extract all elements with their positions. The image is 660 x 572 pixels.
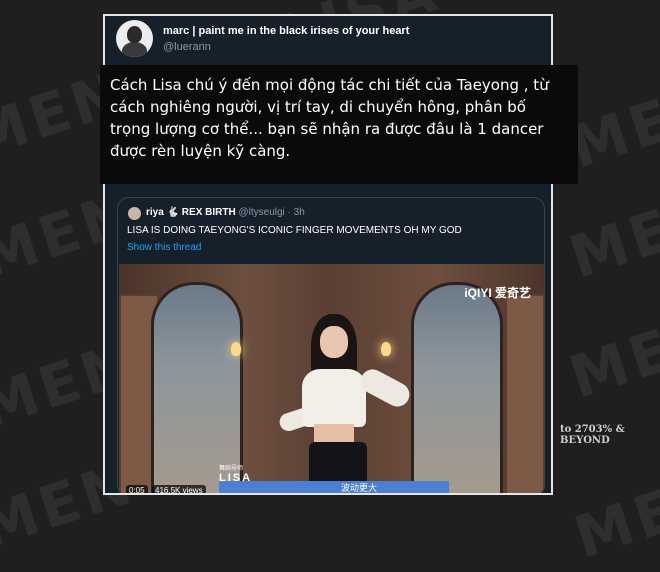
quoted-text: LISA IS DOING TAEYONG'S ICONIC FINGER MO… — [127, 225, 462, 236]
quoted-tweet[interactable]: riya 🐇 REX BIRTH @ltyseulgi · 3h LISA IS… — [117, 197, 545, 493]
video-overlay-bar — [219, 481, 449, 493]
quoted-author-handle: @ltyseulgi — [238, 207, 285, 218]
video-overlay-label: 舞蹈导师 — [219, 466, 244, 472]
avatar[interactable] — [116, 20, 153, 57]
video-overlay-subtitle: 波动更大 — [341, 483, 378, 493]
author-name[interactable]: marc | paint me in the black irises of y… — [163, 25, 409, 37]
video-player[interactable]: iQIYI 爱奇艺 舞蹈导师 LISA 波动更大 0:05 416.5K vie… — [119, 264, 544, 493]
quoted-author: riya 🐇 REX BIRTH @ltyseulgi · 3h — [146, 207, 305, 218]
author-handle[interactable]: @luerann — [163, 41, 211, 53]
iqiyi-logo: iQIYI 爱奇艺 — [464, 286, 531, 300]
quoted-time: · 3h — [287, 207, 305, 218]
caption-overlay: Cách Lisa chú ý đến mọi động tác chi tiế… — [100, 65, 578, 184]
quoted-author-name: riya 🐇 REX BIRTH — [146, 207, 236, 218]
brand-logo: to 2703% & BEYOND — [560, 424, 625, 446]
video-time: 0:05 — [126, 485, 148, 493]
show-thread-link[interactable]: Show this thread — [127, 242, 202, 253]
video-views: 416.5K views — [152, 485, 206, 493]
quoted-avatar — [128, 207, 141, 220]
